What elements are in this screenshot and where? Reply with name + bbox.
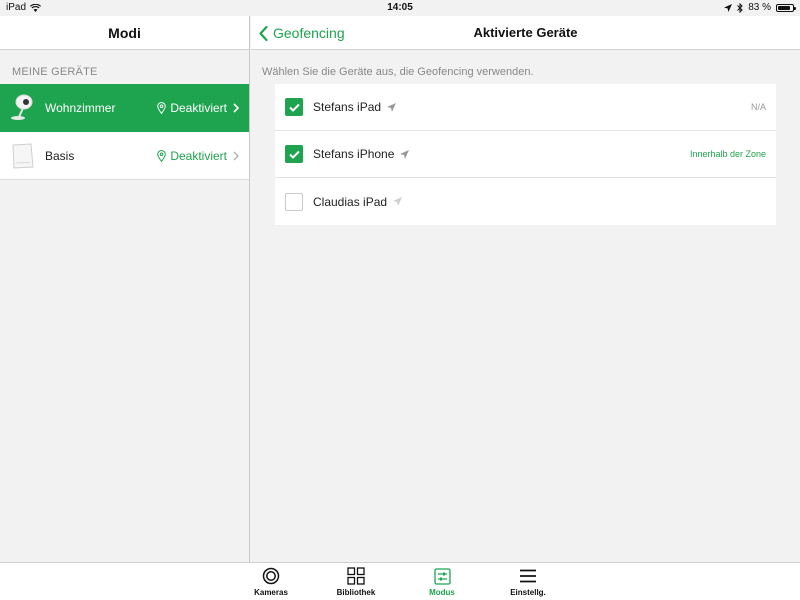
detail-header: Geofencing Aktivierte Geräte — [251, 16, 800, 50]
tab-label: Bibliothek — [336, 588, 376, 597]
list-item-stefans-iphone[interactable]: Stefans iPhone Innerhalb der Zone — [275, 131, 776, 178]
tab-label: Modus — [429, 588, 455, 597]
item-status: N/A — [750, 102, 766, 112]
location-arrow-icon — [724, 3, 733, 12]
device-status-label: Deaktiviert — [170, 148, 227, 163]
menu-icon — [493, 566, 563, 586]
location-pin-icon — [157, 149, 167, 162]
grid-icon — [321, 566, 391, 586]
location-arrow-icon — [393, 197, 403, 206]
hint-text: Wählen Sie die Geräte aus, die Geofencin… — [262, 66, 534, 78]
location-arrow-icon — [387, 102, 397, 112]
checkmark-icon — [288, 150, 300, 159]
device-status-label: Deaktiviert — [170, 100, 227, 115]
section-label: MEINE GERÄTE — [12, 66, 98, 78]
location-arrow-icon — [400, 149, 410, 159]
item-name: Claudias iPad — [313, 194, 403, 209]
item-label: Stefans iPhone — [313, 147, 395, 161]
item-label: Stefans iPad — [313, 100, 382, 114]
back-button[interactable]: Geofencing — [259, 16, 345, 50]
back-label: Geofencing — [273, 25, 345, 41]
tab-label: Kameras — [254, 588, 288, 597]
item-name: Stefans iPad — [313, 100, 397, 114]
chevron-left-icon — [259, 25, 268, 41]
list-item-stefans-ipad[interactable]: Stefans iPad N/A — [275, 84, 776, 131]
tab-kameras[interactable]: Kameras — [236, 566, 306, 597]
chevron-right-icon — [233, 102, 239, 113]
device-status: Deaktiviert — [157, 101, 239, 115]
mode-sliders-icon — [407, 566, 477, 586]
device-status: Deaktiviert — [157, 149, 239, 163]
checkbox-checked[interactable] — [285, 98, 303, 116]
location-pin-icon — [157, 101, 167, 114]
status-time: 14:05 — [387, 2, 413, 13]
item-label: Claudias iPad — [313, 194, 388, 209]
checkbox-unchecked[interactable] — [285, 192, 303, 211]
tab-label: Einstellg. — [510, 588, 546, 597]
geofencing-devices-panel: Geofencing Aktivierte Geräte Wählen Sie … — [251, 16, 800, 562]
sidebar-title: Modi — [108, 24, 141, 41]
battery-percent: 83 % — [748, 2, 771, 13]
sidebar-header: Modi — [0, 16, 249, 50]
camera-icon — [10, 93, 36, 123]
camera-lens-icon — [236, 566, 306, 586]
item-name: Stefans iPhone — [313, 147, 410, 161]
device-name: Basis — [45, 148, 75, 163]
device-row-basis[interactable]: Basis Deaktiviert — [0, 132, 249, 180]
bluetooth-icon — [737, 2, 743, 13]
tab-bibliothek[interactable]: Bibliothek — [321, 566, 391, 597]
status-bar: iPad 14:05 83 % — [0, 0, 800, 16]
chevron-right-icon — [233, 151, 239, 161]
checkmark-icon — [288, 103, 300, 112]
tab-einstellungen[interactable]: Einstellg. — [493, 566, 563, 597]
tab-bar: Kameras Bibliothek Modus Einstellg. — [0, 562, 800, 600]
list-item-claudias-ipad[interactable]: Claudias iPad — [275, 178, 776, 225]
device-row-wohnzimmer[interactable]: Wohnzimmer Deaktiviert — [0, 84, 249, 132]
battery-fill — [778, 5, 790, 10]
status-right: 83 % — [724, 2, 796, 13]
modes-sidebar: Modi MEINE GERÄTE Wohnzimmer Deaktiviert… — [0, 16, 250, 562]
item-status: Innerhalb der Zone — [689, 149, 766, 159]
device-name: Wohnzimmer — [45, 100, 116, 115]
tab-modus[interactable]: Modus — [407, 566, 477, 597]
checkbox-checked[interactable] — [285, 145, 303, 163]
battery-icon — [776, 3, 796, 12]
base-station-icon — [10, 141, 36, 171]
device-checklist: Stefans iPad N/A Stefans iPhone Innerhal… — [275, 84, 776, 225]
